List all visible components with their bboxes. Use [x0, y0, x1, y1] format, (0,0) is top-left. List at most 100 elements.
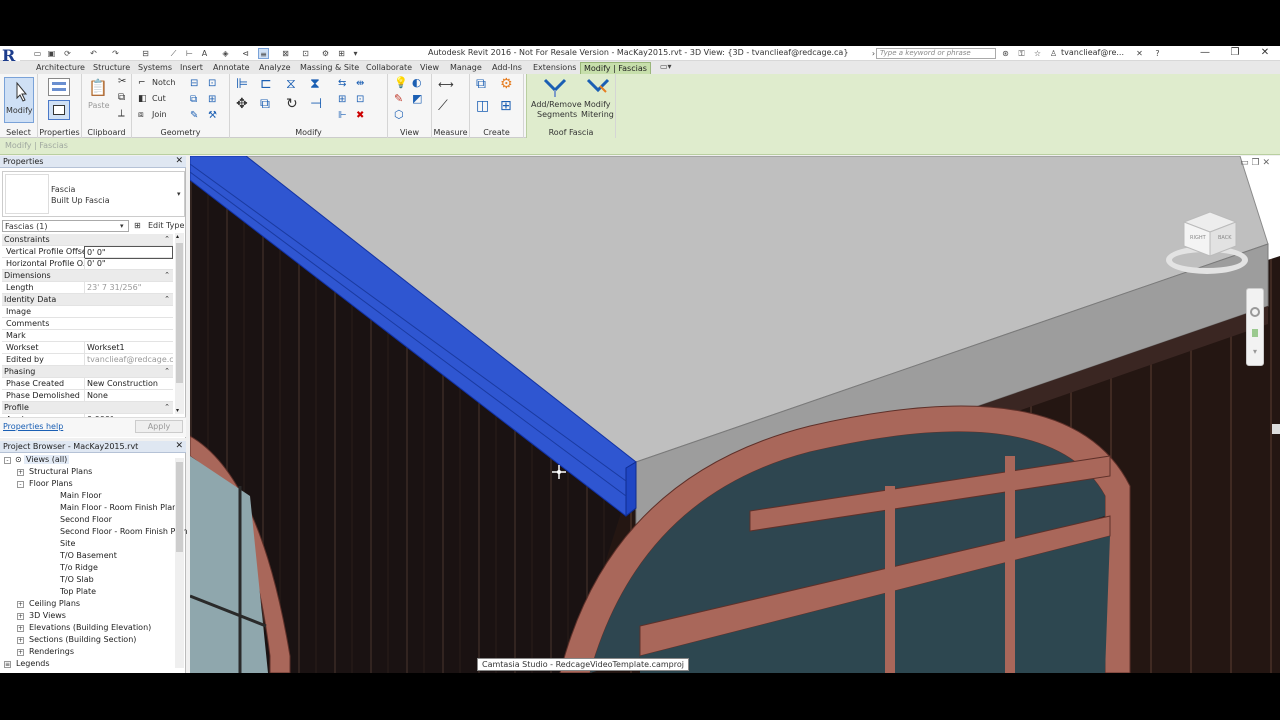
linework-icon[interactable]: ✎: [394, 92, 403, 105]
array-icon[interactable]: ⊞: [338, 94, 346, 105]
search-input[interactable]: Type a keyword or phrase: [876, 48, 996, 59]
viewcube-cube-icon[interactable]: RIGHT BACK: [1180, 208, 1240, 260]
viewport-scroll-handle[interactable]: [1272, 424, 1280, 434]
browser-item[interactable]: Renderings: [29, 647, 74, 656]
property-row[interactable]: Phase Demolished None: [2, 390, 173, 402]
property-value[interactable]: New Construction: [84, 378, 173, 389]
property-value[interactable]: None: [84, 390, 173, 401]
property-row[interactable]: Phase Created New Construction: [2, 378, 173, 390]
instance-filter-dropdown[interactable]: Fascias (1) ▾: [2, 220, 129, 232]
tab-architecture[interactable]: Architecture: [36, 62, 85, 74]
create-similar-icon[interactable]: ⊞: [500, 98, 512, 114]
tab-analyze[interactable]: Analyze: [259, 62, 291, 74]
join-button[interactable]: Join: [152, 110, 167, 119]
scale-icon[interactable]: ⊡: [356, 94, 364, 105]
collapse-icon[interactable]: ⌃: [164, 234, 170, 245]
property-group[interactable]: Constraints ⌃: [2, 234, 173, 246]
remove-paint-icon[interactable]: ⊞: [208, 94, 216, 105]
property-value[interactable]: Workset1: [84, 342, 173, 353]
undo-icon[interactable]: ↶: [88, 48, 99, 59]
maximize-button[interactable]: ❐: [1220, 46, 1250, 61]
browser-item[interactable]: T/O Basement: [60, 551, 117, 560]
browser-item[interactable]: T/o Ridge: [60, 563, 98, 572]
print-icon[interactable]: ⊟: [140, 48, 151, 59]
browser-item[interactable]: Main Floor: [60, 491, 102, 500]
add-remove-segments-button[interactable]: Add/Remove Segments: [531, 76, 582, 122]
browser-item[interactable]: Floor Plans: [29, 479, 73, 488]
type-dropdown-icon[interactable]: ▾: [177, 190, 181, 198]
paint-icon[interactable]: ⧉: [190, 94, 197, 105]
selection-box-icon[interactable]: ⬡: [394, 108, 404, 121]
expand-icon[interactable]: +: [17, 613, 24, 620]
override-graphics-icon[interactable]: ◐: [412, 76, 422, 89]
expand-icon[interactable]: +: [17, 637, 24, 644]
aligned-dimension-icon[interactable]: ⟋: [438, 98, 448, 114]
browser-item[interactable]: Sections (Building Section): [29, 635, 136, 644]
qat-dropdown-icon[interactable]: ▾: [350, 48, 361, 59]
properties-scrollbar[interactable]: ▴ ▾: [175, 233, 184, 414]
measure-icon[interactable]: ⟋: [168, 48, 179, 59]
mirror-draw-icon[interactable]: ⧗: [310, 76, 320, 92]
tab-manage[interactable]: Manage: [450, 62, 482, 74]
nav-dropdown-icon[interactable]: ▾: [1253, 347, 1257, 356]
tab-modify-fascias[interactable]: Modify | Fascias: [580, 62, 651, 74]
pin-icon[interactable]: ⊩: [338, 110, 347, 121]
tab-insert[interactable]: Insert: [180, 62, 203, 74]
property-row[interactable]: Mark: [2, 330, 173, 342]
view-restore-icon[interactable]: ❐: [1252, 158, 1260, 168]
browser-item[interactable]: Structural Plans: [29, 467, 92, 476]
split-element-icon[interactable]: ⇆: [338, 78, 346, 89]
property-row[interactable]: Workset Workset1: [2, 342, 173, 354]
notch-button[interactable]: Notch: [152, 78, 175, 87]
paste-button[interactable]: Paste: [88, 101, 110, 110]
type-properties-icon[interactable]: [48, 78, 70, 96]
dimension-icon[interactable]: ⊢: [184, 48, 195, 59]
collapse-icon[interactable]: ⌃: [164, 402, 170, 413]
property-row[interactable]: Comments: [2, 318, 173, 330]
collapse-icon[interactable]: -: [4, 457, 11, 464]
tab-add-ins[interactable]: Add-Ins: [492, 62, 522, 74]
rotate-icon[interactable]: ↻: [286, 96, 298, 112]
3d-viewport[interactable]: RIGHT BACK ▾ ▭ ❐ ✕ Camtasia Studio - Red…: [190, 156, 1280, 673]
expand-icon[interactable]: +: [17, 649, 24, 656]
3d-view-icon[interactable]: ◈: [220, 48, 231, 59]
redo-icon[interactable]: ↷: [110, 48, 121, 59]
thin-lines-icon[interactable]: ≡: [258, 48, 269, 59]
expand-icon[interactable]: +: [17, 625, 24, 632]
settings-icon[interactable]: ⚙: [320, 48, 331, 59]
save-icon[interactable]: ▣: [46, 48, 57, 59]
zoom-icon[interactable]: [1252, 329, 1258, 337]
property-group[interactable]: Dimensions ⌃: [2, 270, 173, 282]
offset-icon[interactable]: ⊏: [260, 76, 272, 92]
paint-view-icon[interactable]: ◩: [412, 92, 422, 105]
properties-close-icon[interactable]: ✕: [175, 156, 183, 167]
ribbon-minimize-icon[interactable]: ▭▾: [660, 61, 672, 72]
match-properties-icon[interactable]: ⟂: [118, 108, 125, 119]
demolish-icon[interactable]: ✎: [190, 110, 198, 121]
hide-in-view-icon[interactable]: 💡: [394, 76, 408, 89]
tab-view[interactable]: View: [420, 62, 439, 74]
edit-type-button[interactable]: ⊞ Edit Type: [132, 220, 184, 232]
create-parts-icon[interactable]: ⚙: [500, 76, 513, 92]
expand-icon[interactable]: +: [17, 469, 24, 476]
subscription-icon[interactable]: ⚿: [1016, 48, 1027, 59]
steering-wheel-icon[interactable]: [1250, 307, 1260, 317]
open-icon[interactable]: ▭: [32, 48, 43, 59]
exchange-icon[interactable]: ✕: [1134, 48, 1145, 59]
view-close-icon[interactable]: ✕: [1262, 158, 1270, 168]
align-icon[interactable]: ⊫: [236, 76, 248, 92]
property-row[interactable]: Length 23' 7 31/256": [2, 282, 173, 294]
copy-element-icon[interactable]: ⧉: [260, 96, 270, 112]
trim-icon[interactable]: ⊣: [310, 96, 322, 112]
browser-item[interactable]: Top Plate: [60, 587, 96, 596]
browser-item[interactable]: Site: [60, 539, 75, 548]
measure-between-icon[interactable]: ⟷: [438, 78, 454, 91]
property-row[interactable]: Edited by tvanclieaf@redcage.ca: [2, 354, 173, 366]
collapse-icon[interactable]: ⌃: [164, 270, 170, 281]
property-group[interactable]: Profile ⌃: [2, 402, 173, 414]
browser-item[interactable]: Legends: [16, 659, 50, 668]
viewcube[interactable]: RIGHT BACK: [1166, 208, 1248, 278]
view-minimize-icon[interactable]: ▭: [1240, 158, 1249, 168]
user-icon[interactable]: ♙: [1048, 48, 1059, 59]
browser-item[interactable]: Views (all): [24, 455, 70, 464]
